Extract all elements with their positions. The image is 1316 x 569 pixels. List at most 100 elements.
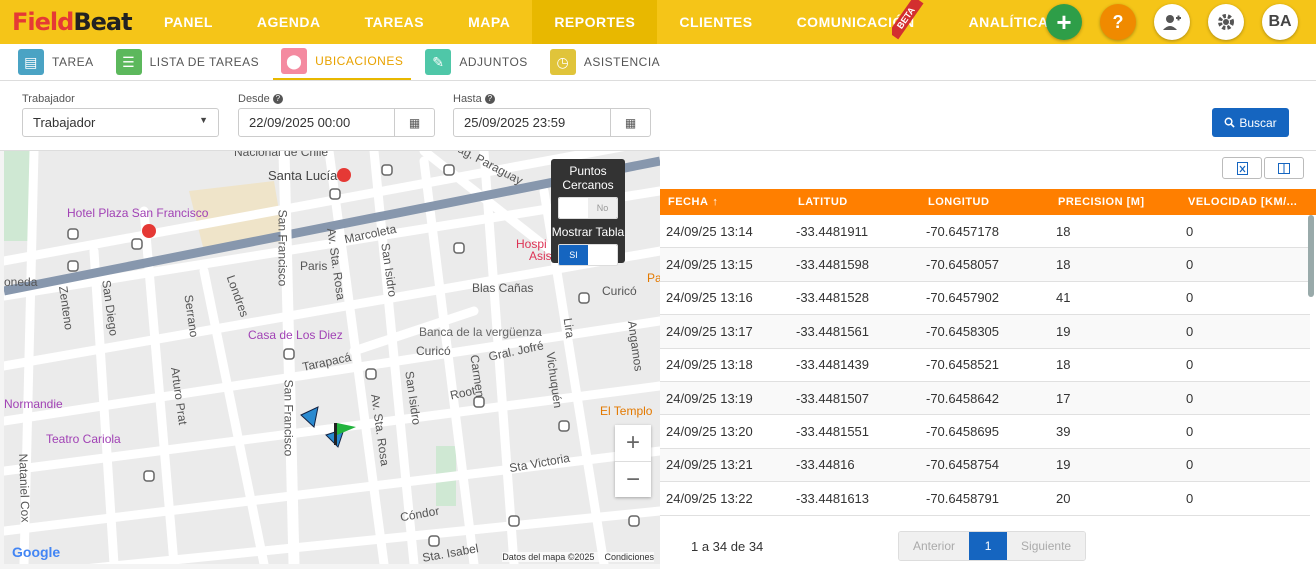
from-label: Desde ? <box>238 93 283 105</box>
adjuntos-icon: ✎ <box>425 49 452 75</box>
table-cell: 24/09/25 13:19 <box>666 390 753 406</box>
nav-reportes[interactable]: REPORTES <box>532 0 658 44</box>
table-header: FECHA ↑ LATITUD LONGITUD PRECISION [M] VELOC… <box>660 189 1316 215</box>
table-row[interactable]: 24/09/25 13:19 -33.4481507 -70.6458642 17 0 <box>660 381 1310 416</box>
map-view[interactable]: Nacional de Chile Santa Lucía Diag. Para… <box>4 151 660 564</box>
nav-mapa[interactable]: MAPA <box>446 0 532 44</box>
table-row[interactable]: 24/09/25 13:16 -33.4481528 -70.6457902 41 0 <box>660 282 1310 316</box>
tab-label: LISTA DE TAREAS <box>149 55 260 69</box>
tab-adjuntos[interactable]: ✎ ADJUNTOS <box>417 44 535 80</box>
worker-select[interactable]: Trabajador ▼ <box>22 108 219 137</box>
poi-el-templo[interactable]: El Templo <box>600 404 652 418</box>
beta-ribbon: BETA <box>892 0 936 44</box>
lista-de-tareas-icon: ☰ <box>115 49 142 75</box>
tab-tarea[interactable]: ▤ TAREA <box>10 44 102 80</box>
poi-casa-de-los-diez[interactable]: Casa de Los Diez <box>248 328 343 342</box>
table-cell: 24/09/25 13:21 <box>666 457 753 473</box>
poi-normandie[interactable]: Normandie <box>4 397 63 411</box>
table-cell: -33.4481613 <box>796 490 870 506</box>
table-cell: 24/09/25 13:22 <box>666 490 753 506</box>
poi-hotel[interactable]: Hotel Plaza San Francisco <box>67 206 208 220</box>
avatar[interactable]: BA <box>1262 4 1298 40</box>
nav-clientes[interactable]: CLIENTES <box>657 0 774 44</box>
table-cell: -70.6457178 <box>926 223 1000 239</box>
terms-link[interactable]: Condiciones <box>604 552 654 562</box>
nav-agenda[interactable]: AGENDA <box>235 0 343 44</box>
table-row[interactable]: 24/09/25 13:17 -33.4481561 -70.6458305 19 0 <box>660 315 1310 349</box>
table-cell: 24/09/25 13:14 <box>666 223 753 239</box>
table-cell: -70.6458695 <box>926 424 1000 440</box>
nav-panel[interactable]: PANEL <box>142 0 235 44</box>
table-cell: 0 <box>1186 223 1194 239</box>
pagination: Anterior 1 Siguiente <box>898 531 1087 561</box>
tab-label: TAREA <box>52 55 94 69</box>
table-cell: 0 <box>1186 490 1194 506</box>
table-row[interactable]: 24/09/25 13:20 -33.4481551 -70.6458695 39 0 <box>660 415 1310 449</box>
table-cell: 19 <box>1056 457 1071 473</box>
tab-lista-de-tareas[interactable]: ☰ LISTA DE TAREAS <box>108 44 268 80</box>
table-cell: 0 <box>1186 357 1194 373</box>
tab-asistencia[interactable]: ◷ ASISTENCIA <box>542 44 668 80</box>
result-count: 1 a 34 de 34 <box>691 539 764 554</box>
table-cell: 17 <box>1056 390 1071 406</box>
table-body: 24/09/25 13:14 -33.4481911 -70.6457178 18 0 2… <box>660 215 1310 516</box>
users-icon[interactable] <box>1154 4 1190 40</box>
table-row[interactable]: 24/09/25 13:22 -33.4481613 -70.6458791 20 0 <box>660 482 1310 516</box>
column-header[interactable]: LATITUD <box>790 189 920 215</box>
table-scrollbar[interactable] <box>1308 215 1314 297</box>
prev-page-button[interactable]: Anterior <box>899 532 970 560</box>
column-header[interactable]: VELOCIDAD [KM/... <box>1180 189 1316 215</box>
from-date-input[interactable]: 22/09/2025 00:00 ▦ <box>238 108 435 137</box>
search-button[interactable]: Buscar <box>1212 108 1289 137</box>
map-attribution: Datos del mapa ©2025 Condiciones <box>502 552 654 562</box>
nav-tareas[interactable]: TAREAS <box>343 0 447 44</box>
zoom-out-button[interactable]: − <box>615 461 651 497</box>
table-cell: -33.4481911 <box>796 223 869 239</box>
poi-banca[interactable]: Banca de la vergüenza <box>419 325 542 339</box>
show-table-toggle[interactable]: SI <box>558 244 618 266</box>
chevron-down-icon: ▼ <box>199 115 208 125</box>
help-icon: ? <box>272 94 283 105</box>
table-cell: 39 <box>1056 424 1071 440</box>
column-header[interactable]: FECHA ↑ <box>660 189 790 215</box>
table-row[interactable]: 24/09/25 13:18 -33.4481439 -70.6458521 18 0 <box>660 349 1310 382</box>
nearby-points-toggle[interactable]: No <box>558 197 618 219</box>
table-cell: -33.4481507 <box>796 390 870 406</box>
fieldbeat-logo[interactable]: Field Beat <box>0 0 142 44</box>
table-cell: 0 <box>1186 323 1194 339</box>
table-cell: 0 <box>1186 424 1194 440</box>
columns-icon[interactable] <box>1264 157 1304 179</box>
table-cell: -33.4481561 <box>796 323 870 339</box>
column-header[interactable]: LONGITUD <box>920 189 1050 215</box>
calendar-icon[interactable]: ▦ <box>610 109 650 136</box>
next-page-button[interactable]: Siguiente <box>1007 532 1086 560</box>
top-navbar: Field Beat PANEL AGENDA TAREAS MAPA REPORTES C… <box>0 0 1316 44</box>
help-icon[interactable]: ? <box>1100 4 1136 40</box>
table-cell: 24/09/25 13:17 <box>666 323 753 339</box>
calendar-icon[interactable]: ▦ <box>394 109 434 136</box>
to-date-input[interactable]: 25/09/2025 23:59 ▦ <box>453 108 651 137</box>
search-icon <box>1224 117 1235 128</box>
table-cell: 24/09/25 13:20 <box>666 424 753 440</box>
add-icon[interactable]: + <box>1046 4 1082 40</box>
column-header[interactable]: PRECISION [M] <box>1050 189 1180 215</box>
table-row[interactable]: 24/09/25 13:21 -33.44816 -70.6458754 19 0 <box>660 448 1310 483</box>
excel-export-icon[interactable] <box>1222 157 1262 179</box>
table-row[interactable]: 24/09/25 13:14 -33.4481911 -70.6457178 18 0 <box>660 215 1310 249</box>
help-icon: ? <box>484 94 495 105</box>
sort-arrow-icon: ↑ <box>712 196 719 208</box>
table-cell: -70.6458057 <box>926 257 1000 273</box>
zoom-in-button[interactable]: + <box>615 425 651 461</box>
tab-label: ADJUNTOS <box>459 55 528 69</box>
table-cell: -33.4481551 <box>796 424 870 440</box>
table-cell: -70.6458754 <box>926 457 1000 473</box>
poi-teatro[interactable]: Teatro Cariola <box>46 432 121 446</box>
page-1-button[interactable]: 1 <box>969 532 1008 560</box>
gear-icon[interactable] <box>1208 4 1244 40</box>
tab-ubicaciones[interactable]: ⬤ UBICACIONES <box>273 44 412 80</box>
table-cell: -33.44816 <box>796 457 855 473</box>
locations-table-panel: FECHA ↑ LATITUD LONGITUD PRECISION [M] VELOC… <box>660 151 1316 569</box>
table-row[interactable]: 24/09/25 13:15 -33.4481598 -70.6458057 18 0 <box>660 248 1310 282</box>
asistencia-icon: ◷ <box>549 49 576 75</box>
pagination-row: 1 a 34 de 34 Anterior 1 Siguiente <box>660 529 1316 569</box>
